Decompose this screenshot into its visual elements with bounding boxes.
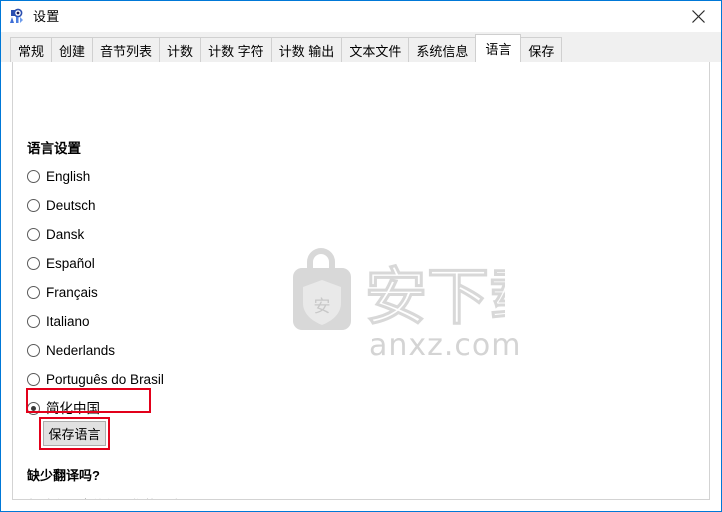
- radio-label: Deutsch: [46, 197, 96, 213]
- radio-option-english[interactable]: English: [27, 162, 327, 191]
- app-settings-icon: [7, 7, 27, 27]
- radio-label: English: [46, 168, 91, 184]
- tab-label: 文本文件: [349, 43, 402, 59]
- save-language-button[interactable]: 保存语言: [43, 421, 106, 446]
- close-button[interactable]: [676, 1, 721, 31]
- translation-footer: 缺少翻译吗? 帮助翻译本软件到您的语言: sttmedia.com/transl…: [27, 465, 447, 499]
- tab-label: 音节列表: [100, 43, 153, 59]
- tab-label: 常规: [18, 43, 45, 59]
- tab-label: 计数: [167, 43, 194, 59]
- radio-label: Français: [46, 284, 98, 300]
- language-settings-panel: 安 安下载 anxz.com 语言设置 English Deutsch Dans…: [12, 62, 710, 500]
- radio-icon: [27, 344, 40, 357]
- tab-label: 创建: [59, 43, 86, 59]
- language-radio-group: English Deutsch Dansk Español Français I…: [27, 162, 327, 423]
- tab-count[interactable]: 计数: [159, 37, 202, 62]
- radio-icon: [27, 286, 40, 299]
- tab-strip: 常规 创建 音节列表 计数 计数 字符 计数 输出 文本文件 系统信息 语言 保…: [1, 32, 721, 62]
- title-bar: 设置: [1, 1, 721, 32]
- watermark-domain: anxz.com: [369, 328, 522, 363]
- radio-icon: [27, 199, 40, 212]
- tab-create[interactable]: 创建: [51, 37, 94, 62]
- radio-option-portugues-do-brasil[interactable]: Português do Brasil: [27, 365, 327, 394]
- window-title: 设置: [33, 9, 60, 24]
- tab-text-file[interactable]: 文本文件: [341, 37, 410, 62]
- radio-option-simplified-chinese[interactable]: 简化中国: [27, 394, 327, 423]
- radio-label: 简化中国: [46, 400, 100, 416]
- radio-option-deutsch[interactable]: Deutsch: [27, 191, 327, 220]
- radio-option-dansk[interactable]: Dansk: [27, 220, 327, 249]
- tab-language[interactable]: 语言: [475, 34, 522, 62]
- radio-option-espanol[interactable]: Español: [27, 249, 327, 278]
- footer-subtitle: 帮助翻译本软件到您的语言:: [27, 495, 447, 499]
- tab-count-chars[interactable]: 计数 字符: [200, 37, 272, 62]
- settings-window: 设置 常规 创建 音节列表 计数 计数 字符 计数 输出 文本文件 系统信息 语…: [0, 0, 722, 512]
- svg-text:安下载: 安下载: [365, 260, 505, 333]
- radio-icon-checked: [27, 402, 40, 415]
- radio-option-francais[interactable]: Français: [27, 278, 327, 307]
- tab-count-output[interactable]: 计数 输出: [270, 37, 343, 62]
- tab-general[interactable]: 常规: [10, 37, 53, 62]
- tab-label: 语言: [485, 42, 512, 57]
- tab-label: 系统信息: [416, 43, 469, 59]
- radio-option-nederlands[interactable]: Nederlands: [27, 336, 327, 365]
- tab-system-info[interactable]: 系统信息: [408, 37, 477, 62]
- radio-icon: [27, 170, 40, 183]
- tab-label: 计数 字符: [208, 43, 264, 59]
- footer-heading: 缺少翻译吗?: [27, 468, 100, 483]
- page-title: 语言设置: [27, 141, 81, 156]
- radio-option-italiano[interactable]: Italiano: [27, 307, 327, 336]
- radio-icon: [27, 373, 40, 386]
- radio-label: Dansk: [46, 226, 85, 242]
- radio-icon: [27, 315, 40, 328]
- radio-icon: [27, 257, 40, 270]
- tab-label: 计数 输出: [278, 43, 335, 59]
- radio-label: Español: [46, 255, 95, 271]
- close-icon: [692, 9, 705, 23]
- tab-save[interactable]: 保存: [520, 37, 563, 62]
- radio-label: Italiano: [46, 313, 90, 329]
- radio-label: Português do Brasil: [46, 371, 164, 387]
- tab-syllable-list[interactable]: 音节列表: [92, 37, 161, 62]
- radio-icon: [27, 228, 40, 241]
- tab-label: 保存: [528, 43, 555, 59]
- radio-label: Nederlands: [46, 342, 116, 358]
